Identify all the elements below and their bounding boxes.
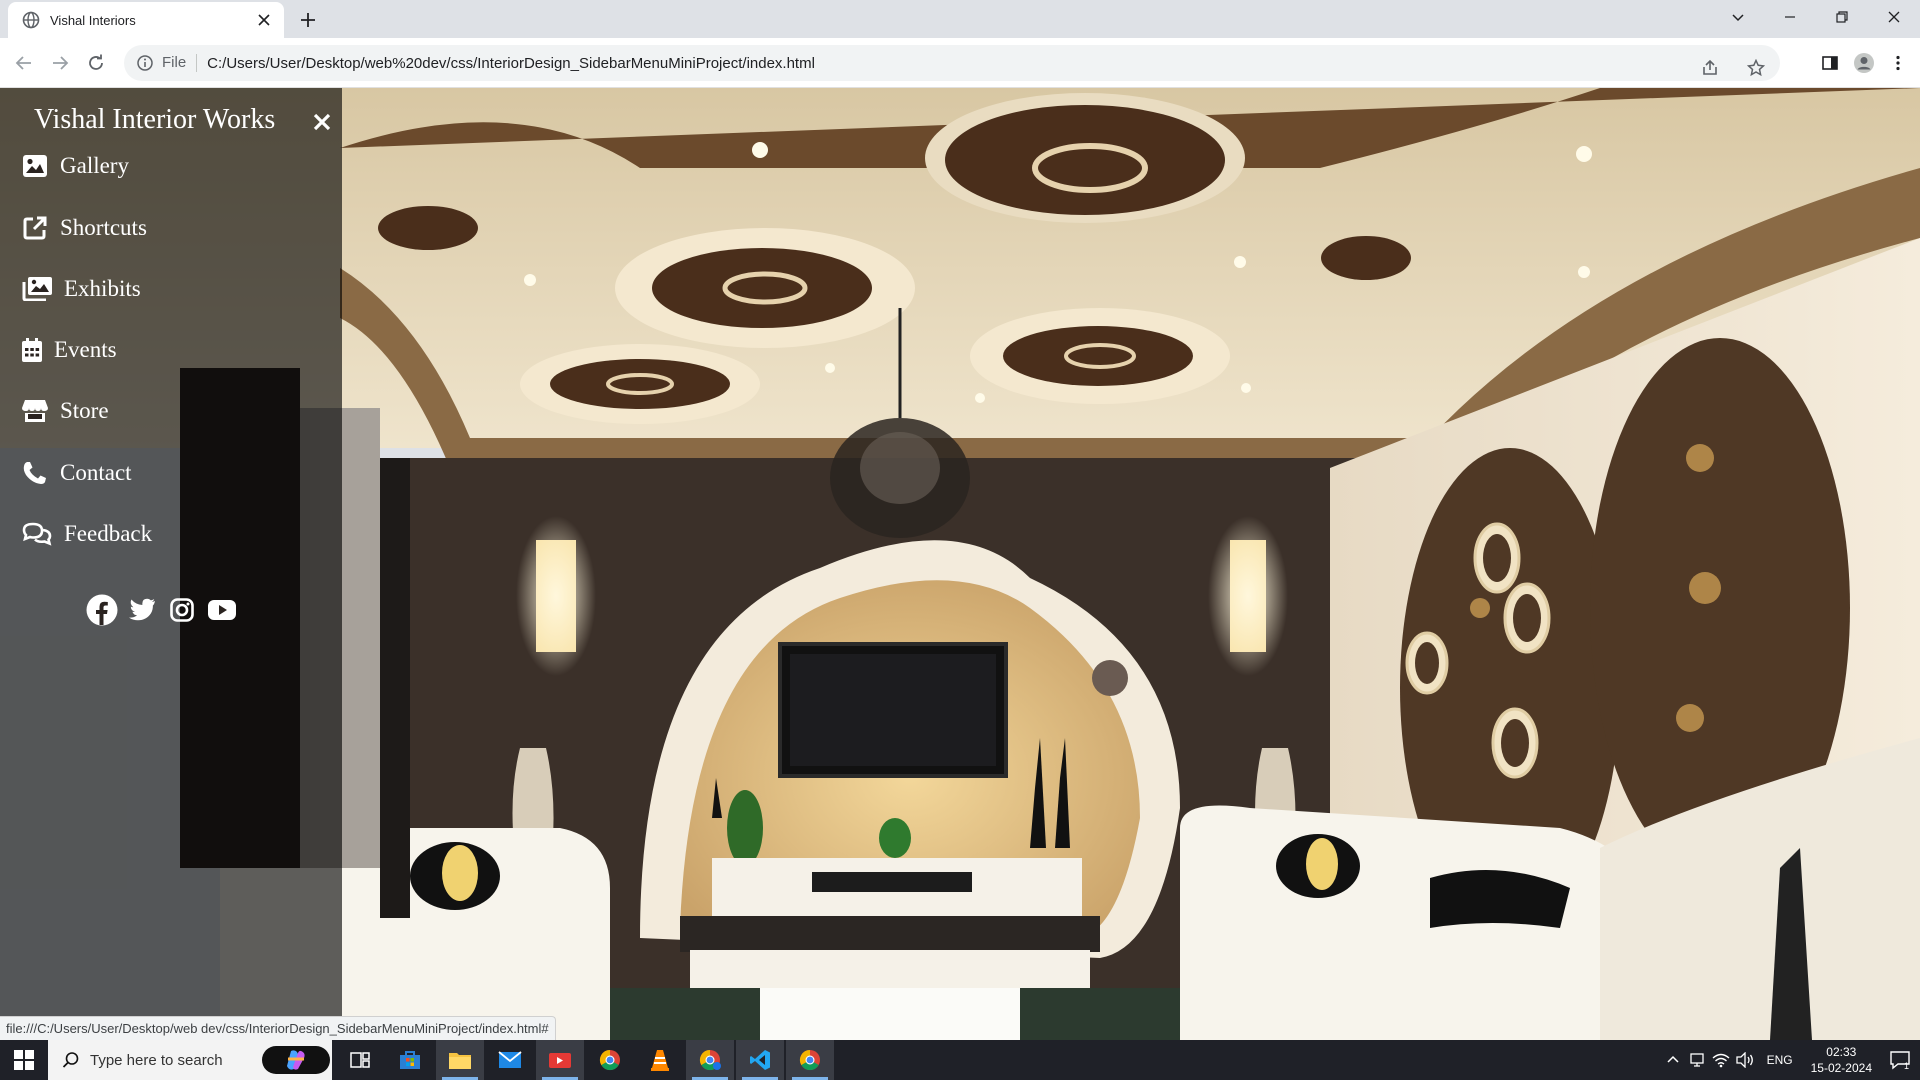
sidebar-item-label: Shortcuts bbox=[60, 215, 147, 240]
side-panel-icon[interactable] bbox=[1816, 49, 1844, 77]
sidebar-menu: Vishal Interior Works Gallery Shortcuts … bbox=[0, 88, 342, 1040]
vlc-icon[interactable] bbox=[636, 1040, 684, 1080]
back-arrow-icon[interactable] bbox=[10, 49, 38, 77]
store-icon bbox=[22, 398, 48, 424]
images-icon bbox=[22, 276, 52, 302]
external-link-icon bbox=[22, 215, 48, 241]
url-text[interactable]: C:/Users/User/Desktop/web%20dev/css/Inte… bbox=[207, 55, 815, 72]
clock[interactable]: 02:33 15-02-2024 bbox=[1811, 1044, 1872, 1076]
sidebar-item-gallery[interactable]: Gallery bbox=[22, 148, 129, 184]
phone-icon bbox=[22, 460, 48, 486]
sidebar-item-feedback[interactable]: Feedback bbox=[22, 516, 152, 552]
microsoft-store-icon[interactable] bbox=[386, 1040, 434, 1080]
notification-center-icon[interactable]: 1 bbox=[1880, 1040, 1920, 1080]
clock-date: 15-02-2024 bbox=[1810, 1061, 1872, 1075]
sidebar-item-contact[interactable]: Contact bbox=[22, 455, 132, 491]
close-window-button[interactable] bbox=[1868, 0, 1920, 34]
wifi-icon[interactable] bbox=[1710, 1040, 1732, 1080]
comments-icon bbox=[22, 521, 52, 547]
language-indicator[interactable]: ENG bbox=[1767, 1053, 1793, 1067]
profile-avatar-icon[interactable] bbox=[1850, 49, 1878, 77]
clock-time: 02:33 bbox=[1826, 1045, 1857, 1059]
forward-arrow-icon[interactable] bbox=[46, 49, 74, 77]
brand-title: Vishal Interior Works bbox=[34, 104, 276, 135]
reload-icon[interactable] bbox=[82, 49, 110, 77]
chrome-active-icon[interactable] bbox=[786, 1040, 834, 1080]
vscode-icon[interactable] bbox=[736, 1040, 784, 1080]
tab-search-icon[interactable] bbox=[1712, 0, 1764, 34]
file-explorer-icon[interactable] bbox=[436, 1040, 484, 1080]
sidebar-item-label: Store bbox=[60, 398, 109, 423]
media-app-icon[interactable] bbox=[536, 1040, 584, 1080]
sidebar-item-events[interactable]: Events bbox=[22, 332, 117, 368]
sidebar-item-exhibits[interactable]: Exhibits bbox=[22, 271, 141, 307]
sidebar-item-shortcuts[interactable]: Shortcuts bbox=[22, 210, 147, 246]
star-icon[interactable] bbox=[1742, 54, 1770, 82]
windows-start-icon[interactable] bbox=[0, 1040, 48, 1080]
sidebar-item-label: Feedback bbox=[64, 521, 153, 546]
window-controls bbox=[1712, 0, 1920, 34]
calendar-icon bbox=[22, 337, 42, 363]
volume-icon[interactable] bbox=[1734, 1040, 1756, 1080]
minimize-button[interactable] bbox=[1764, 0, 1816, 34]
omnibox-actions bbox=[1696, 54, 1770, 82]
status-url-text: file:///C:/Users/User/Desktop/web dev/cs… bbox=[6, 1021, 549, 1036]
sidebar-item-label: Events bbox=[54, 337, 117, 362]
info-icon[interactable] bbox=[136, 54, 154, 72]
social-links bbox=[86, 594, 238, 626]
notification-count: 1 bbox=[1904, 1061, 1909, 1070]
sidebar-item-label: Gallery bbox=[60, 153, 129, 178]
tab-strip: Vishal Interiors bbox=[0, 0, 1920, 38]
windows-taskbar: Type here to search ENG 02:33 15-02-2024… bbox=[0, 1040, 1920, 1080]
close-tab-icon[interactable] bbox=[254, 10, 274, 30]
new-tab-button[interactable] bbox=[294, 6, 322, 34]
close-sidebar-icon[interactable] bbox=[310, 110, 334, 134]
sidebar-item-label: Exhibits bbox=[64, 276, 141, 301]
twitter-icon[interactable] bbox=[126, 594, 158, 626]
sidebar-item-label: Contact bbox=[60, 460, 132, 485]
mail-icon[interactable] bbox=[486, 1040, 534, 1080]
restore-button[interactable] bbox=[1816, 0, 1868, 34]
search-placeholder: Type here to search bbox=[90, 1051, 223, 1069]
image-icon bbox=[22, 153, 48, 179]
chevron-up-icon[interactable] bbox=[1662, 1040, 1684, 1080]
scheme-label: File bbox=[162, 54, 198, 72]
chrome-icon[interactable] bbox=[586, 1040, 634, 1080]
sidebar-item-store[interactable]: Store bbox=[22, 393, 109, 429]
page-viewport: Vishal Interior Works Gallery Shortcuts … bbox=[0, 88, 1920, 1040]
tab-title: Vishal Interiors bbox=[50, 12, 136, 28]
status-url-bubble: file:///C:/Users/User/Desktop/web dev/cs… bbox=[0, 1016, 556, 1040]
share-icon[interactable] bbox=[1696, 54, 1724, 82]
device-icon[interactable] bbox=[1686, 1040, 1708, 1080]
globe-icon bbox=[22, 11, 40, 29]
address-bar[interactable]: File C:/Users/User/Desktop/web%20dev/css… bbox=[124, 45, 1780, 81]
copilot-icon[interactable] bbox=[262, 1046, 330, 1074]
menu-kebab-icon[interactable] bbox=[1884, 49, 1912, 77]
browser-toolbar: File C:/Users/User/Desktop/web%20dev/css… bbox=[0, 38, 1920, 88]
task-view-icon[interactable] bbox=[336, 1040, 384, 1080]
toolbar-actions bbox=[1816, 49, 1912, 77]
chrome-profile-icon[interactable] bbox=[686, 1040, 734, 1080]
youtube-icon[interactable] bbox=[206, 594, 238, 626]
facebook-icon[interactable] bbox=[86, 594, 118, 626]
browser-tab[interactable]: Vishal Interiors bbox=[8, 2, 284, 38]
system-tray: ENG 02:33 15-02-2024 1 bbox=[1661, 1040, 1920, 1080]
instagram-icon[interactable] bbox=[166, 594, 198, 626]
search-icon bbox=[62, 1051, 80, 1069]
